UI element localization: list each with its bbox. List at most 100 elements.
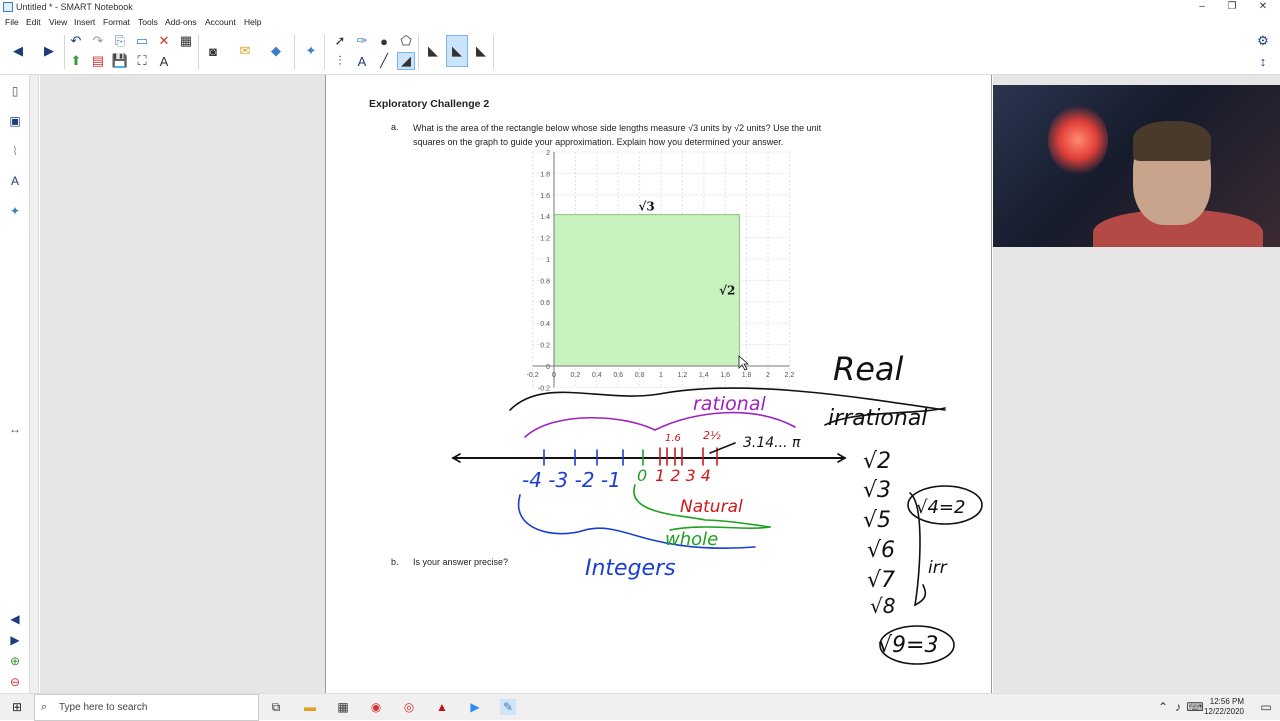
table-icon[interactable]: ▦	[177, 32, 195, 50]
windows-start-icon[interactable]: ⊞	[9, 699, 25, 715]
delete-icon[interactable]: ✕	[155, 32, 173, 50]
taskbar-search[interactable]: ⌕ Type here to search	[34, 694, 259, 721]
x-tick-label: 2.2	[785, 372, 795, 379]
save-icon[interactable]: 💾	[111, 52, 129, 70]
y-tick-label: 0.4	[540, 321, 550, 328]
document-camera-icon[interactable]: ◙	[204, 42, 222, 60]
minimize-icon[interactable]: –	[1192, 1, 1212, 14]
close-icon[interactable]: ✕	[1253, 1, 1273, 14]
chrome-canary-icon[interactable]: ◎	[401, 699, 417, 715]
area-rectangle	[553, 214, 740, 367]
add-page-icon[interactable]: ⊕	[7, 653, 23, 669]
width-label: √3	[639, 200, 655, 214]
y-tick-label: -0.2	[538, 385, 550, 392]
x-tick-label: 0.2	[571, 372, 581, 379]
select-icon[interactable]: ➚	[331, 32, 349, 50]
x-tick-label: 1.6	[720, 372, 730, 379]
menu-file[interactable]: File	[5, 17, 19, 27]
restore-icon[interactable]: ❐	[1222, 1, 1242, 14]
area-graph: 21.81.61.41.210.80.60.40.20-0.2-0.2 0 0.2 0…	[527, 150, 795, 392]
y-tick-label: 1.6	[540, 193, 550, 200]
sidebar-scrollbar[interactable]	[30, 75, 39, 693]
y-tick-label: 0.2	[540, 343, 550, 350]
resize-panel-icon[interactable]: ↔	[7, 421, 23, 437]
menu-edit[interactable]: Edit	[26, 17, 41, 27]
file-explorer-icon[interactable]: ▬	[302, 699, 318, 715]
screen-shade-icon[interactable]: ▭	[133, 32, 151, 50]
lab-icon[interactable]: ◆	[267, 42, 285, 60]
zoom-icon[interactable]: ▶	[467, 699, 483, 715]
delete-page-icon[interactable]: ⊖	[7, 674, 23, 690]
menu-addons[interactable]: Add-ons	[165, 17, 197, 27]
menu-help[interactable]: Help	[244, 17, 261, 27]
menu-insert[interactable]: Insert	[74, 17, 95, 27]
volume-icon[interactable]: ♪	[1170, 699, 1186, 715]
smart-notebook-taskbar-icon[interactable]: ✎	[500, 699, 516, 715]
move-toolbar-icon[interactable]: ↕	[1254, 52, 1272, 70]
fill-icon[interactable]: ⬠	[397, 32, 415, 50]
notifications-icon[interactable]: ▭	[1258, 699, 1274, 715]
handwriting-icon[interactable]: A	[155, 52, 173, 70]
text-icon[interactable]: A	[353, 52, 371, 70]
redo-icon[interactable]: ↷	[89, 32, 107, 50]
y-tick-label: 1.8	[540, 171, 550, 178]
question-a-label: a.	[391, 122, 399, 132]
attachments-icon[interactable]: ⌇	[7, 143, 23, 159]
tray-chevron-icon[interactable]: ⌃	[1155, 699, 1171, 715]
x-tick-label: 1.8	[742, 372, 752, 379]
network-icon[interactable]: ⌨	[1186, 699, 1203, 715]
addons-panel-icon[interactable]: ✦	[7, 203, 23, 219]
shapes-icon[interactable]: ●	[375, 32, 393, 50]
mouse-cursor-icon	[738, 355, 750, 371]
y-tick-label: 1.4	[540, 214, 550, 221]
settings-gear-icon[interactable]: ⚙	[1254, 32, 1272, 50]
addons-icon[interactable]: ✦	[302, 42, 320, 60]
toolbar: ◀ ▶ ↶ ↷ ⎘ ▭ ✕ ▦ ⬆ ▤ 💾 ⛶ A ◙ ✉ ◆ ✦ ➚ ✑ ● …	[0, 29, 1280, 75]
eraser-small-icon[interactable]: ◣	[424, 42, 442, 60]
pdf-icon[interactable]: ▤	[89, 52, 107, 70]
eraser-medium-icon[interactable]: ◣	[446, 35, 468, 67]
menu-view[interactable]: View	[49, 17, 67, 27]
acrobat-icon[interactable]: ▲	[434, 699, 450, 715]
calculator-icon[interactable]: ▦	[335, 699, 351, 715]
app-icon	[3, 2, 13, 12]
search-placeholder: Type here to search	[59, 702, 148, 713]
response-icon[interactable]: ✉	[236, 42, 254, 60]
workspace-left	[40, 75, 325, 693]
x-tick-label: 1.2	[678, 372, 688, 379]
title-bar: Untitled * - SMART Notebook – ❐ ✕	[0, 0, 1280, 15]
menu-tools[interactable]: Tools	[138, 17, 158, 27]
full-screen-icon[interactable]: ⛶	[133, 52, 151, 70]
next-page-icon[interactable]: ▶	[40, 42, 58, 60]
left-sidebar: ▯ ▣ ⌇ A ✦ ↔ ◀ ▶ ⊕ ⊖	[0, 75, 30, 693]
eraser-large-icon[interactable]: ◣	[472, 42, 490, 60]
line-icon[interactable]: ╱	[375, 52, 393, 70]
insert-page-icon[interactable]: ⎘	[111, 32, 129, 50]
window-title: Untitled * - SMART Notebook	[16, 2, 133, 12]
sidebar-next-icon[interactable]: ▶	[7, 632, 23, 648]
undo-icon[interactable]: ↶	[67, 32, 85, 50]
chrome-icon[interactable]: ◉	[368, 699, 384, 715]
menu-format[interactable]: Format	[103, 17, 130, 27]
pens-icon[interactable]: ✑	[353, 32, 371, 50]
y-tick-label: 0	[546, 364, 550, 371]
notebook-page[interactable]: Exploratory Challenge 2 a. What is the a…	[325, 75, 992, 693]
measure-icon[interactable]: ⫶	[331, 52, 349, 70]
menu-account[interactable]: Account	[205, 17, 236, 27]
clock[interactable]: 12:56 PM 12/22/2020	[1204, 697, 1244, 717]
gallery-icon[interactable]: ▣	[7, 113, 23, 129]
x-tick-label: 1	[659, 372, 663, 379]
menu-bar: File Edit View Insert Format Tools Add-o…	[0, 15, 1280, 29]
page-sorter-icon[interactable]: ▯	[7, 83, 23, 99]
properties-icon[interactable]: A	[7, 173, 23, 189]
search-icon: ⌕	[41, 701, 48, 713]
height-label: √2	[719, 283, 735, 297]
sidebar-prev-icon[interactable]: ◀	[7, 611, 23, 627]
task-view-icon[interactable]: ⧉	[268, 699, 284, 715]
question-b-label: b.	[391, 557, 399, 567]
previous-page-icon[interactable]: ◀	[9, 42, 27, 60]
open-file-icon[interactable]: ⬆	[67, 52, 85, 70]
x-tick-label: 0.8	[635, 372, 645, 379]
question-b-text: Is your answer precise?	[413, 557, 509, 567]
eraser-icon[interactable]: ◢	[397, 52, 415, 70]
